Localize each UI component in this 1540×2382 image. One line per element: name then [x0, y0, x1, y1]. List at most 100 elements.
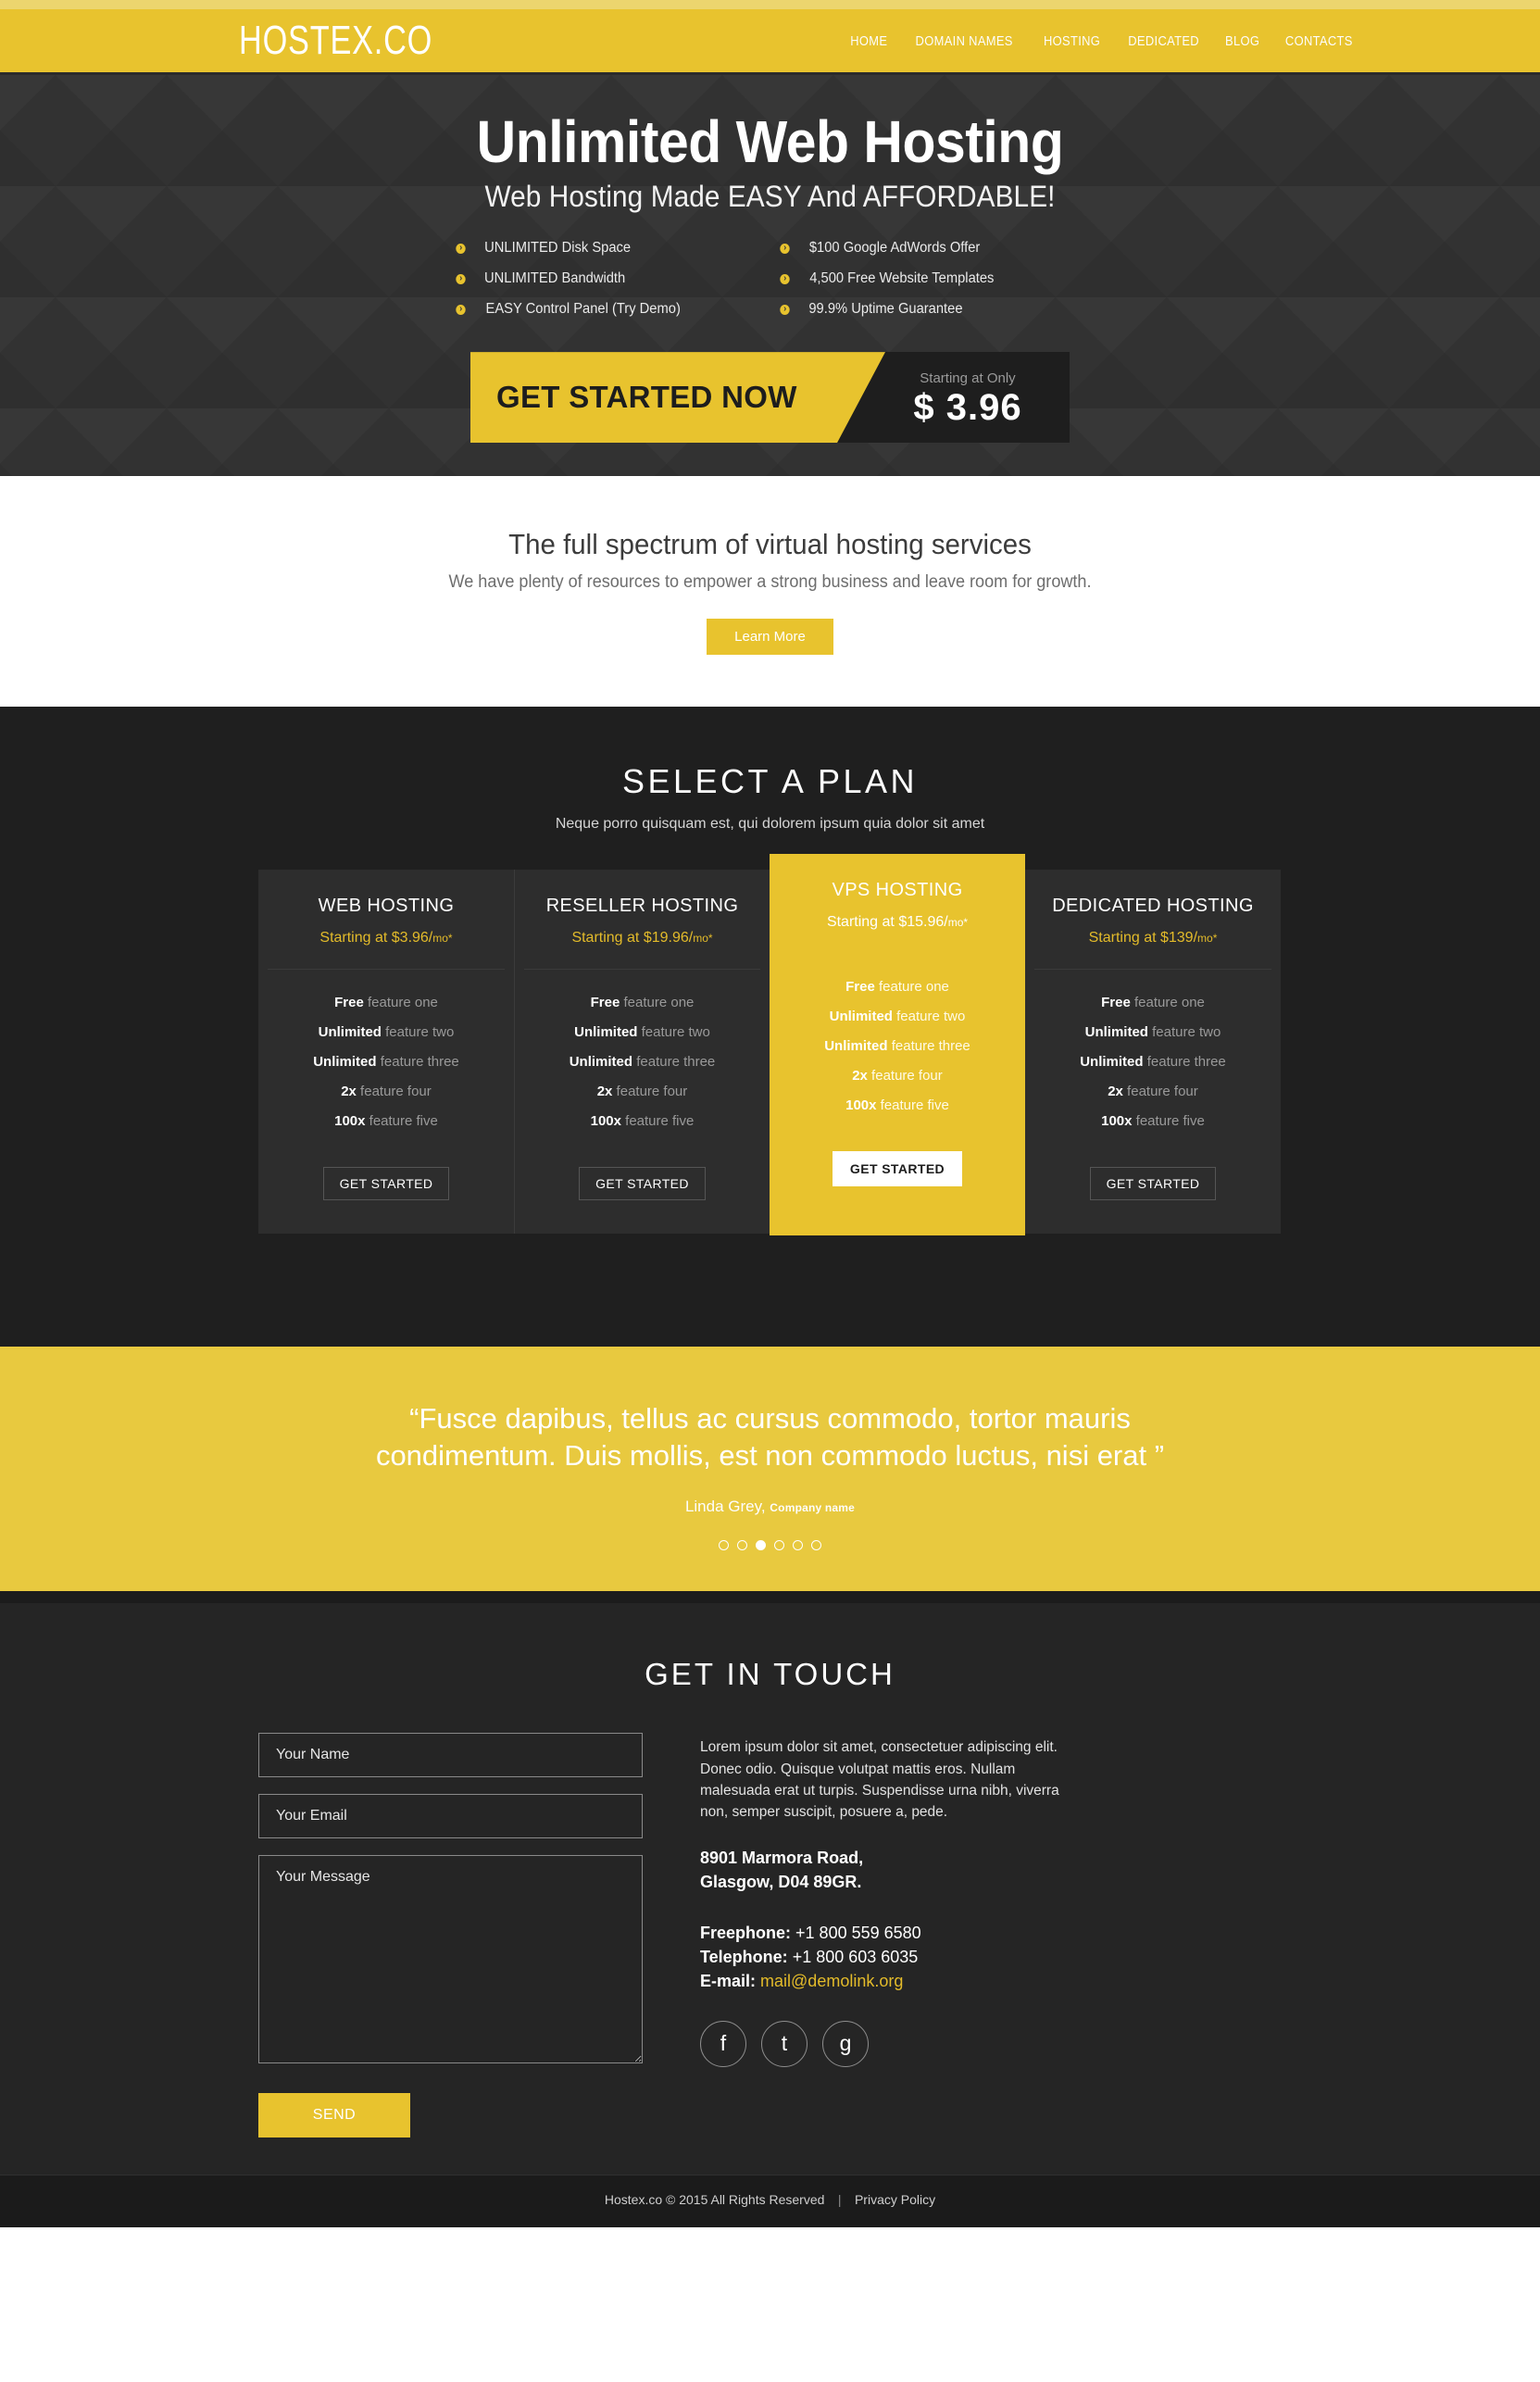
- plan-feature-strong: Unlimited: [569, 1054, 633, 1071]
- privacy-policy-link[interactable]: Privacy Policy: [855, 2192, 935, 2207]
- plan-title: RESELLER HOSTING: [545, 896, 739, 917]
- plan-feature-rest: feature three: [632, 1054, 716, 1071]
- plan-feature: Unlimited feature three: [1034, 1054, 1271, 1070]
- chevron-bullet-icon: [455, 273, 466, 284]
- cta-label-area: GET STARTED NOW: [470, 352, 885, 443]
- email-input[interactable]: [258, 1794, 643, 1839]
- hero-feature-item: 99.9% Uptime Guarantee: [779, 301, 1085, 318]
- plan-card-web-hosting[interactable]: WEB HOSTING Starting at $3.96/mo* Free f…: [258, 870, 514, 1235]
- freephone-row: Freephone: +1 800 559 6580: [700, 1921, 1089, 1945]
- facebook-icon[interactable]: f: [700, 2020, 746, 2067]
- plan-feature-rest: feature two: [892, 1009, 966, 1025]
- plan-feature-strong: 2x: [341, 1084, 357, 1100]
- plan-feature: Unlimited feature three: [779, 1038, 1016, 1054]
- nav-item-home[interactable]: HOME: [850, 33, 887, 49]
- plan-feature-strong: Free: [1101, 995, 1131, 1011]
- testimonial-author: Linda Grey, Company name: [0, 1498, 1540, 1516]
- plan-feature-rest: feature three: [887, 1038, 970, 1055]
- testimonial-dot-1[interactable]: [719, 1540, 729, 1551]
- testimonial-dot-5[interactable]: [793, 1540, 803, 1551]
- freephone-label: Freephone:: [700, 1923, 792, 1942]
- plan-feature-rest: feature five: [620, 1113, 695, 1130]
- nav-item-blog[interactable]: BLOG: [1225, 33, 1259, 49]
- hero-feature-label: 4,500 Free Website Templates: [808, 270, 994, 287]
- plan-feature-strong: Unlimited: [1080, 1054, 1144, 1071]
- footer-divider: |: [837, 2192, 842, 2208]
- plan-price-value: Starting at $19.96/: [571, 930, 694, 947]
- contact-heading: GET IN TOUCH: [645, 1657, 895, 1692]
- email-link[interactable]: mail@demolink.org: [760, 1972, 903, 1990]
- plan-get-started-button[interactable]: GET STARTED: [832, 1151, 963, 1187]
- plan-price-unit: mo*: [693, 932, 713, 946]
- hero-feature-label: EASY Control Panel (Try Demo): [485, 301, 681, 318]
- name-input[interactable]: [258, 1733, 643, 1778]
- hero-feature-lists: UNLIMITED Disk Space UNLIMITED Bandwidth…: [455, 240, 1085, 332]
- plan-get-started-button[interactable]: GET STARTED: [322, 1167, 450, 1201]
- plan-feature: 2x feature four: [268, 1084, 505, 1099]
- plan-feature-strong: Unlimited: [1084, 1024, 1148, 1041]
- intro-heading: The full spectrum of virtual hosting ser…: [508, 528, 1032, 561]
- hero-feature-item: 4,500 Free Website Templates: [779, 270, 1085, 287]
- hero-feature-item: $100 Google AdWords Offer: [779, 240, 1085, 257]
- get-started-now-button[interactable]: GET STARTED NOW Starting at Only $ 3.96: [470, 352, 1070, 444]
- learn-more-button[interactable]: Learn More: [707, 619, 833, 656]
- freephone-value: +1 800 559 6580: [795, 1923, 921, 1942]
- plan-card-vps-hosting[interactable]: VPS HOSTING Starting at $15.96/mo* Free …: [770, 854, 1025, 1236]
- nav-item-hosting[interactable]: HOSTING: [1044, 33, 1100, 49]
- testimonial-dot-3[interactable]: [756, 1540, 766, 1551]
- plan-price-unit: mo*: [1197, 932, 1218, 946]
- plan-card-reseller-hosting[interactable]: RESELLER HOSTING Starting at $19.96/mo* …: [514, 870, 770, 1235]
- chevron-bullet-icon: [779, 304, 790, 315]
- plan-price: Starting at $19.96/mo*: [524, 930, 760, 947]
- testimonial-quote: “Fusce dapibus, tellus ac cursus commodo…: [375, 1402, 1165, 1472]
- plan-feature-strong: Unlimited: [574, 1024, 638, 1041]
- plan-price: Starting at $15.96/mo*: [779, 914, 1016, 931]
- plan-get-started-button[interactable]: GET STARTED: [579, 1167, 706, 1201]
- cta-label: GET STARTED NOW: [496, 380, 797, 415]
- plan-header: DEDICATED HOSTING Starting at $139/mo*: [1025, 870, 1281, 971]
- hero-section: Unlimited Web Hosting Web Hosting Made E…: [0, 72, 1540, 476]
- message-textarea[interactable]: [258, 1855, 643, 2064]
- nav-item-domain-names[interactable]: DOMAIN NAMES: [916, 33, 1013, 49]
- hero-feature-label: 99.9% Uptime Guarantee: [808, 301, 963, 318]
- site-logo[interactable]: HOSTEX.CO: [239, 18, 432, 64]
- contact-details: Freephone: +1 800 559 6580 Telephone: +1…: [700, 1921, 1089, 1993]
- plan-feature-strong: 2x: [852, 1068, 868, 1084]
- plan-feature-strong: Unlimited: [829, 1009, 893, 1025]
- plan-feature-rest: feature one: [1130, 995, 1205, 1011]
- plan-footer: GET STARTED: [1025, 1143, 1281, 1234]
- email-label: E-mail:: [700, 1971, 757, 1990]
- plan-feature: Unlimited feature three: [268, 1054, 505, 1070]
- plan-price: Starting at $139/mo*: [1034, 930, 1271, 947]
- plan-price-unit: mo*: [432, 932, 453, 946]
- plan-feature: 100x feature five: [268, 1113, 505, 1129]
- testimonial-dot-2[interactable]: [737, 1540, 747, 1551]
- send-button[interactable]: SEND: [258, 2093, 410, 2138]
- plan-feature: 100x feature five: [524, 1113, 760, 1129]
- contact-form: SEND: [258, 1733, 643, 2138]
- plan-feature: 100x feature five: [1034, 1113, 1271, 1129]
- nav-item-dedicated[interactable]: DEDICATED: [1128, 33, 1199, 49]
- plan-card-dedicated-hosting[interactable]: DEDICATED HOSTING Starting at $139/mo* F…: [1025, 870, 1281, 1235]
- plan-feature: 2x feature four: [779, 1068, 1016, 1084]
- plan-feature-strong: 2x: [1108, 1084, 1123, 1100]
- plan-header: RESELLER HOSTING Starting at $19.96/mo*: [515, 870, 770, 971]
- testimonial-dot-4[interactable]: [774, 1540, 784, 1551]
- nav-item-contacts[interactable]: CONTACTS: [1285, 33, 1353, 49]
- twitter-icon[interactable]: t: [761, 2020, 808, 2067]
- hero-title: Unlimited Web Hosting: [476, 108, 1064, 175]
- plan-feature-rest: feature one: [874, 979, 949, 996]
- plan-feature: Unlimited feature three: [524, 1054, 760, 1070]
- plan-get-started-button[interactable]: GET STARTED: [1089, 1167, 1217, 1201]
- plan-feature-strong: Free: [590, 995, 620, 1011]
- google-plus-icon[interactable]: g: [822, 2020, 869, 2067]
- cta-price: $ 3.96: [913, 386, 1022, 428]
- plans-heading: SELECT A PLAN: [622, 762, 918, 801]
- plan-features: Free feature one Unlimited feature two U…: [1025, 970, 1281, 1129]
- plan-title: WEB HOSTING: [318, 896, 455, 917]
- plan-price-unit: mo*: [947, 916, 969, 930]
- testimonial-author-name: Linda Grey,: [684, 1498, 766, 1516]
- plan-feature-rest: feature four: [612, 1084, 688, 1100]
- testimonial-dot-6[interactable]: [811, 1540, 821, 1551]
- hero-feature-label: $100 Google AdWords Offer: [808, 240, 980, 257]
